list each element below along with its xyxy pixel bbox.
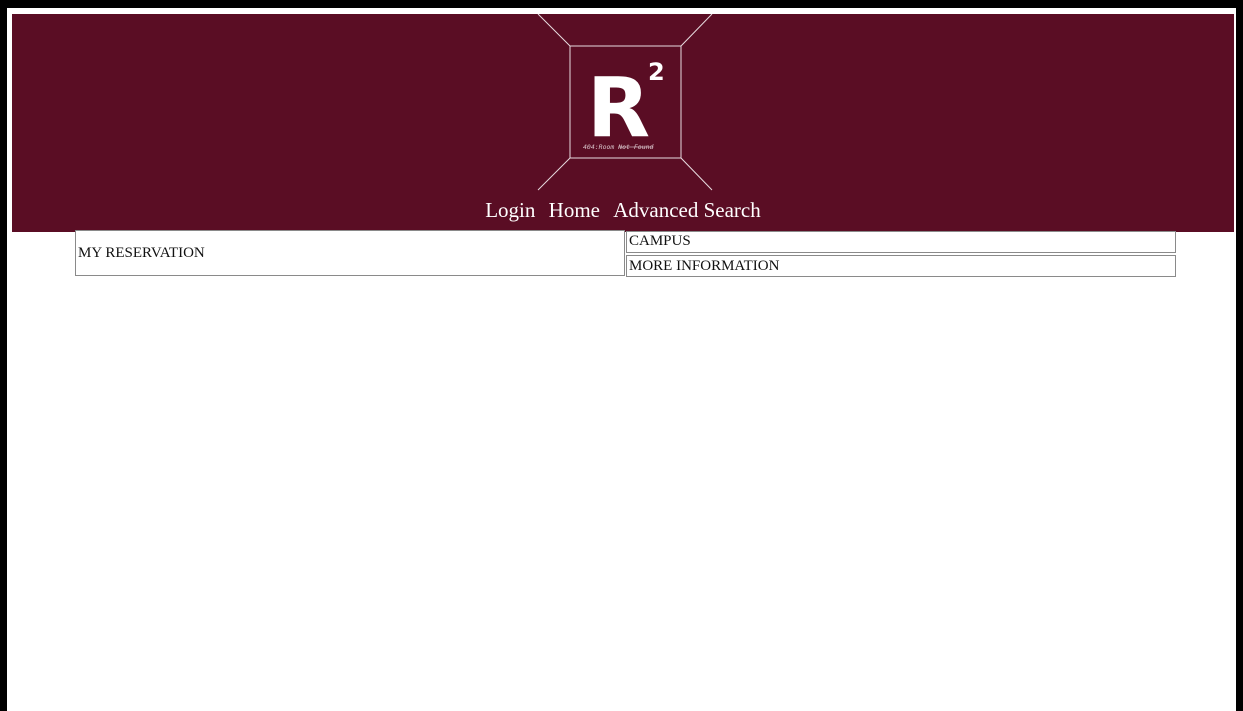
more-information-panel[interactable]: MORE INFORMATION	[626, 255, 1176, 277]
site-header: R 2 404:Room Not Found Login Home Advanc…	[12, 14, 1234, 232]
logo-letter: R	[587, 61, 650, 156]
my-reservation-panel[interactable]: MY RESERVATION	[75, 230, 625, 276]
logo-superscript: 2	[648, 58, 665, 86]
page-frame: R 2 404:Room Not Found Login Home Advanc…	[7, 8, 1236, 711]
r-squared-logo[interactable]: R 2 404:Room Not Found	[12, 14, 1234, 204]
more-information-label: MORE INFORMATION	[629, 258, 780, 274]
nav-home-link[interactable]: Home	[549, 198, 600, 223]
campus-panel[interactable]: CAMPUS	[626, 231, 1176, 253]
logo-tagline-suffix: Not Found	[617, 143, 653, 151]
campus-label: CAMPUS	[629, 233, 691, 249]
logo-tagline-prefix: 404:Room	[583, 143, 614, 151]
main-nav: Login Home Advanced Search	[12, 198, 1234, 223]
nav-login-link[interactable]: Login	[485, 198, 535, 223]
nav-advanced-search-link[interactable]: Advanced Search	[613, 198, 761, 223]
my-reservation-label: MY RESERVATION	[78, 244, 205, 261]
svg-text:404:Room Not Found: 404:Room Not Found	[583, 143, 654, 151]
